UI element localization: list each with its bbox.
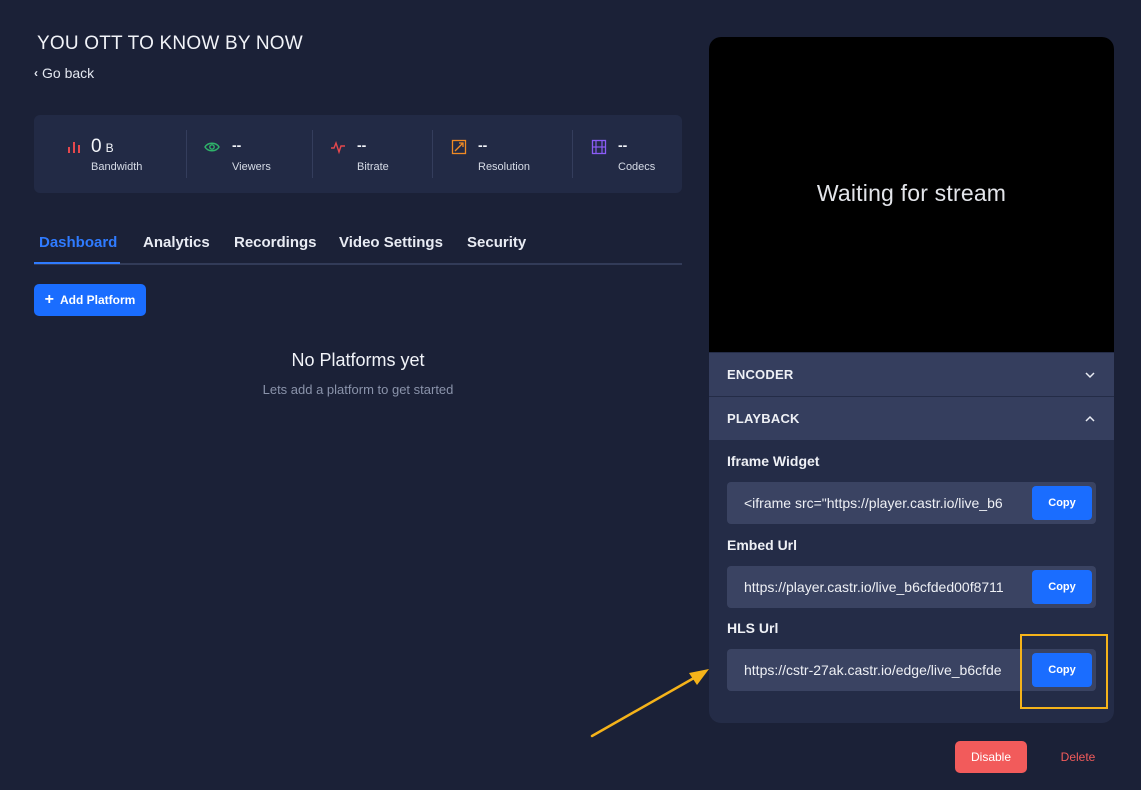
stat-bitrate: -- Bitrate <box>313 115 432 193</box>
stat-resolution-label: Resolution <box>478 161 530 173</box>
disable-button[interactable]: Disable <box>955 741 1027 773</box>
highlight-box <box>1020 634 1108 709</box>
eye-icon <box>204 142 220 152</box>
encoder-accordion-title: ENCODER <box>727 367 794 382</box>
stream-panel: Waiting for stream ENCODER PLAYBACK Ifra… <box>709 37 1114 723</box>
stat-bitrate-label: Bitrate <box>357 161 389 173</box>
empty-state-subtitle: Lets add a platform to get started <box>262 382 454 397</box>
stat-bitrate-value: -- <box>357 137 367 153</box>
iframe-widget-field: Copy <box>727 482 1096 524</box>
embed-copy-button[interactable]: Copy <box>1032 570 1092 604</box>
tab-bar: Dashboard Analytics Recordings Video Set… <box>34 222 682 265</box>
stat-codecs-label: Codecs <box>618 161 656 173</box>
stat-codecs: -- Codecs <box>573 115 682 193</box>
go-back-link[interactable]: ‹ Go back <box>34 65 94 81</box>
chevron-down-icon <box>1085 371 1095 378</box>
stat-viewers: -- Viewers <box>187 115 312 193</box>
page-title: YOU OTT TO KNOW BY NOW <box>37 33 303 54</box>
delete-button[interactable]: Delete <box>1050 741 1106 773</box>
iframe-widget-label: Iframe Widget <box>727 453 820 469</box>
tab-dashboard[interactable]: Dashboard <box>39 234 117 251</box>
annotation-arrow-icon <box>590 669 709 738</box>
stat-resolution: -- Resolution <box>433 115 572 193</box>
tab-analytics[interactable]: Analytics <box>143 234 210 251</box>
plus-icon: + <box>44 291 54 308</box>
playback-accordion-header[interactable]: PLAYBACK <box>709 397 1114 440</box>
embed-url-field: Copy <box>727 566 1096 608</box>
embed-url-input[interactable] <box>727 566 1027 608</box>
pulse-icon <box>331 140 345 155</box>
iframe-copy-button[interactable]: Copy <box>1032 486 1092 520</box>
embed-url-label: Embed Url <box>727 537 798 553</box>
playback-accordion-title: PLAYBACK <box>727 411 800 426</box>
stats-bar: 0B Bandwidth -- Viewers -- Bitrate -- Re… <box>34 115 682 193</box>
iframe-widget-input[interactable] <box>727 482 1027 524</box>
add-platform-label: Add Platform <box>60 293 136 307</box>
stat-codecs-value: -- <box>618 137 628 153</box>
active-tab-indicator <box>34 262 120 264</box>
encoder-accordion-header[interactable]: ENCODER <box>709 353 1114 396</box>
hls-url-label: HLS Url <box>727 620 779 636</box>
add-platform-button[interactable]: + Add Platform <box>34 284 146 316</box>
video-player[interactable]: Waiting for stream <box>709 37 1114 352</box>
chevron-up-icon <box>1085 415 1095 422</box>
player-status-message: Waiting for stream <box>816 180 1007 206</box>
tab-recordings[interactable]: Recordings <box>234 234 317 251</box>
chevron-left-icon: ‹ <box>34 66 38 80</box>
stat-viewers-label: Viewers <box>232 161 271 173</box>
stat-viewers-value: -- <box>232 137 242 153</box>
stat-bandwidth-value: 0B <box>91 136 114 157</box>
film-icon <box>591 139 607 155</box>
tab-video-settings[interactable]: Video Settings <box>339 234 443 251</box>
stat-bandwidth: 0B Bandwidth <box>34 115 186 193</box>
hls-url-input[interactable] <box>727 649 1027 691</box>
resize-icon <box>451 139 467 155</box>
stat-resolution-value: -- <box>478 137 488 153</box>
empty-state-title: No Platforms yet <box>291 350 425 370</box>
bar-chart-icon <box>68 142 80 153</box>
stat-bandwidth-label: Bandwidth <box>91 161 143 173</box>
tab-security[interactable]: Security <box>467 234 526 251</box>
go-back-label: Go back <box>42 65 95 81</box>
